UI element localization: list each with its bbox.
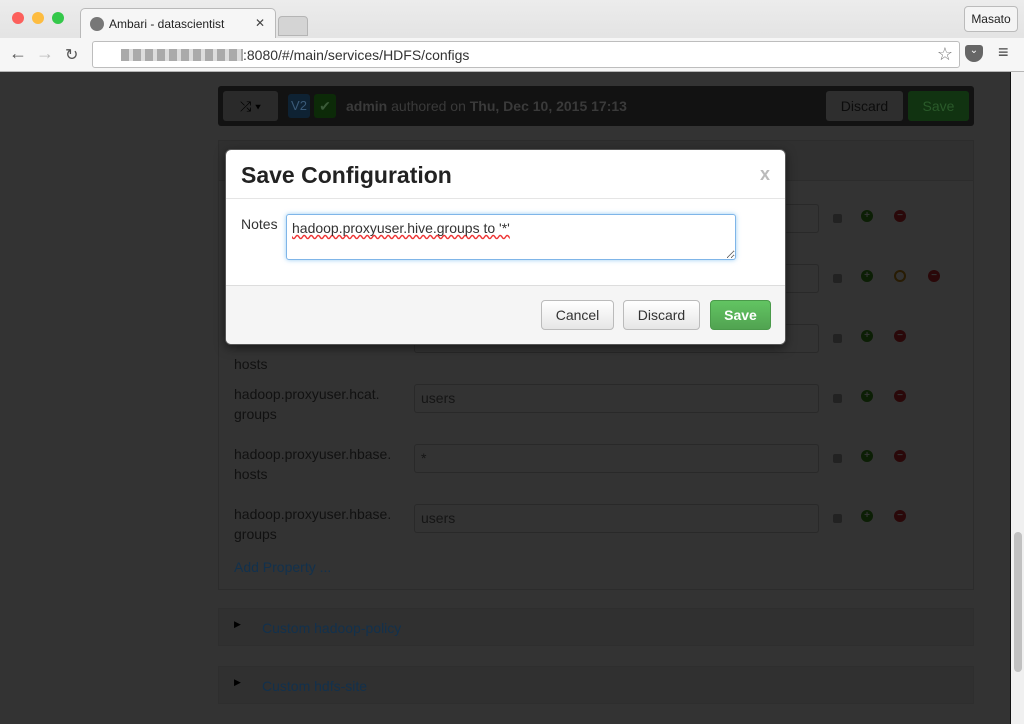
property-row: hadoop.proxyuser.hbase. hosts * + − bbox=[219, 444, 975, 504]
add-override-icon[interactable]: + bbox=[861, 390, 873, 402]
lock-icon[interactable] bbox=[833, 334, 842, 343]
browser-chrome: Ambari - datascientist ✕ Masato ← → ↻ :8… bbox=[0, 0, 1024, 72]
property-row: hadoop.proxyuser.hcat. groups users + − bbox=[219, 384, 975, 444]
section-custom-hdfs-site[interactable]: ▶ Custom hdfs-site bbox=[218, 666, 974, 704]
remove-icon[interactable]: − bbox=[928, 270, 940, 282]
browser-toolbar: ← → ↻ :8080/#/main/services/HDFS/configs… bbox=[0, 38, 1024, 71]
property-row: hadoop.proxyuser.hbase. groups users + − bbox=[219, 504, 975, 564]
page-scrollbar[interactable] bbox=[1010, 72, 1024, 724]
add-property-link[interactable]: Add Property ... bbox=[234, 559, 331, 575]
notes-textarea[interactable]: hadoop.proxyuser.hive.groups to '*' bbox=[286, 214, 736, 260]
property-label: hadoop.proxyuser.hbase. groups bbox=[234, 506, 392, 542]
close-window-button[interactable] bbox=[12, 12, 24, 24]
minimize-window-button[interactable] bbox=[32, 12, 44, 24]
back-icon[interactable]: ← bbox=[9, 43, 27, 64]
discard-button[interactable]: Discard bbox=[826, 91, 903, 121]
expand-triangle-icon: ▶ bbox=[234, 619, 241, 629]
undo-icon[interactable] bbox=[894, 270, 906, 282]
add-override-icon[interactable]: + bbox=[861, 210, 873, 222]
version-badge: V2 bbox=[288, 94, 310, 118]
bookmark-star-icon[interactable]: ☆ bbox=[937, 44, 953, 65]
lock-icon[interactable] bbox=[833, 274, 842, 283]
cancel-button[interactable]: Cancel bbox=[541, 300, 614, 330]
property-value-input[interactable]: users bbox=[414, 384, 819, 413]
modal-header: Save Configuration x bbox=[226, 150, 785, 199]
ambari-favicon-icon bbox=[90, 17, 104, 31]
expand-triangle-icon: ▶ bbox=[234, 677, 241, 687]
property-label: hadoop.proxyuser.hcat. groups bbox=[234, 386, 380, 422]
authored-text: authored on bbox=[391, 98, 466, 114]
reload-icon[interactable]: ↻ bbox=[65, 45, 78, 65]
forward-icon[interactable]: → bbox=[36, 43, 54, 64]
section-title[interactable]: Custom hadoop-policy bbox=[262, 620, 401, 636]
pocket-icon[interactable]: ⌄ bbox=[965, 45, 983, 62]
remove-icon[interactable]: − bbox=[894, 390, 906, 402]
version-bar: ⤮ ▾ V2 ✔ admin authored on Thu, Dec 10, … bbox=[218, 86, 974, 126]
author: admin bbox=[346, 98, 388, 114]
compare-dropdown-button[interactable]: ⤮ ▾ bbox=[223, 91, 278, 121]
modal-body: Notes hadoop.proxyuser.hive.groups to '*… bbox=[226, 199, 785, 285]
property-label: hosts bbox=[234, 356, 268, 372]
remove-icon[interactable]: − bbox=[894, 510, 906, 522]
property-label: hadoop.proxyuser.hbase. hosts bbox=[234, 446, 392, 482]
remove-icon[interactable]: − bbox=[894, 450, 906, 462]
lock-icon[interactable] bbox=[833, 394, 842, 403]
blurred-host bbox=[121, 49, 243, 61]
hamburger-menu-icon[interactable]: ≡ bbox=[998, 42, 1009, 63]
add-override-icon[interactable]: + bbox=[861, 270, 873, 282]
tab-title: Ambari - datascientist bbox=[109, 17, 225, 31]
section-title[interactable]: Custom hdfs-site bbox=[262, 678, 367, 694]
add-override-icon[interactable]: + bbox=[861, 450, 873, 462]
lock-icon[interactable] bbox=[833, 454, 842, 463]
notes-label: Notes bbox=[241, 216, 278, 232]
lock-icon[interactable] bbox=[833, 514, 842, 523]
maximize-window-button[interactable] bbox=[52, 12, 64, 24]
authored-date: Thu, Dec 10, 2015 17:13 bbox=[469, 98, 627, 114]
save-button[interactable]: Save bbox=[908, 91, 969, 121]
add-override-icon[interactable]: + bbox=[861, 510, 873, 522]
save-button[interactable]: Save bbox=[710, 300, 771, 330]
modal-title: Save Configuration bbox=[241, 162, 452, 188]
close-icon[interactable]: x bbox=[760, 164, 770, 185]
save-configuration-dialog: Save Configuration x Notes hadoop.proxyu… bbox=[225, 149, 786, 345]
scrollbar-thumb[interactable] bbox=[1014, 532, 1022, 672]
add-override-icon[interactable]: + bbox=[861, 330, 873, 342]
address-bar[interactable]: :8080/#/main/services/HDFS/configs ☆ bbox=[92, 41, 960, 68]
browser-tab[interactable]: Ambari - datascientist ✕ bbox=[80, 8, 276, 38]
lock-icon[interactable] bbox=[833, 214, 842, 223]
modal-footer: Cancel Discard Save bbox=[226, 285, 785, 344]
property-value-input[interactable]: users bbox=[414, 504, 819, 533]
profile-button[interactable]: Masato bbox=[964, 6, 1018, 32]
discard-button[interactable]: Discard bbox=[623, 300, 700, 330]
remove-icon[interactable]: − bbox=[894, 330, 906, 342]
remove-icon[interactable]: − bbox=[894, 210, 906, 222]
close-tab-icon[interactable]: ✕ bbox=[255, 16, 265, 30]
property-value-input[interactable]: * bbox=[414, 444, 819, 473]
version-info: admin authored on Thu, Dec 10, 2015 17:1… bbox=[346, 98, 627, 114]
current-check-icon: ✔ bbox=[314, 94, 336, 118]
section-custom-hadoop-policy[interactable]: ▶ Custom hadoop-policy bbox=[218, 608, 974, 646]
new-tab-button[interactable] bbox=[278, 16, 308, 36]
url-text: :8080/#/main/services/HDFS/configs bbox=[243, 47, 470, 63]
